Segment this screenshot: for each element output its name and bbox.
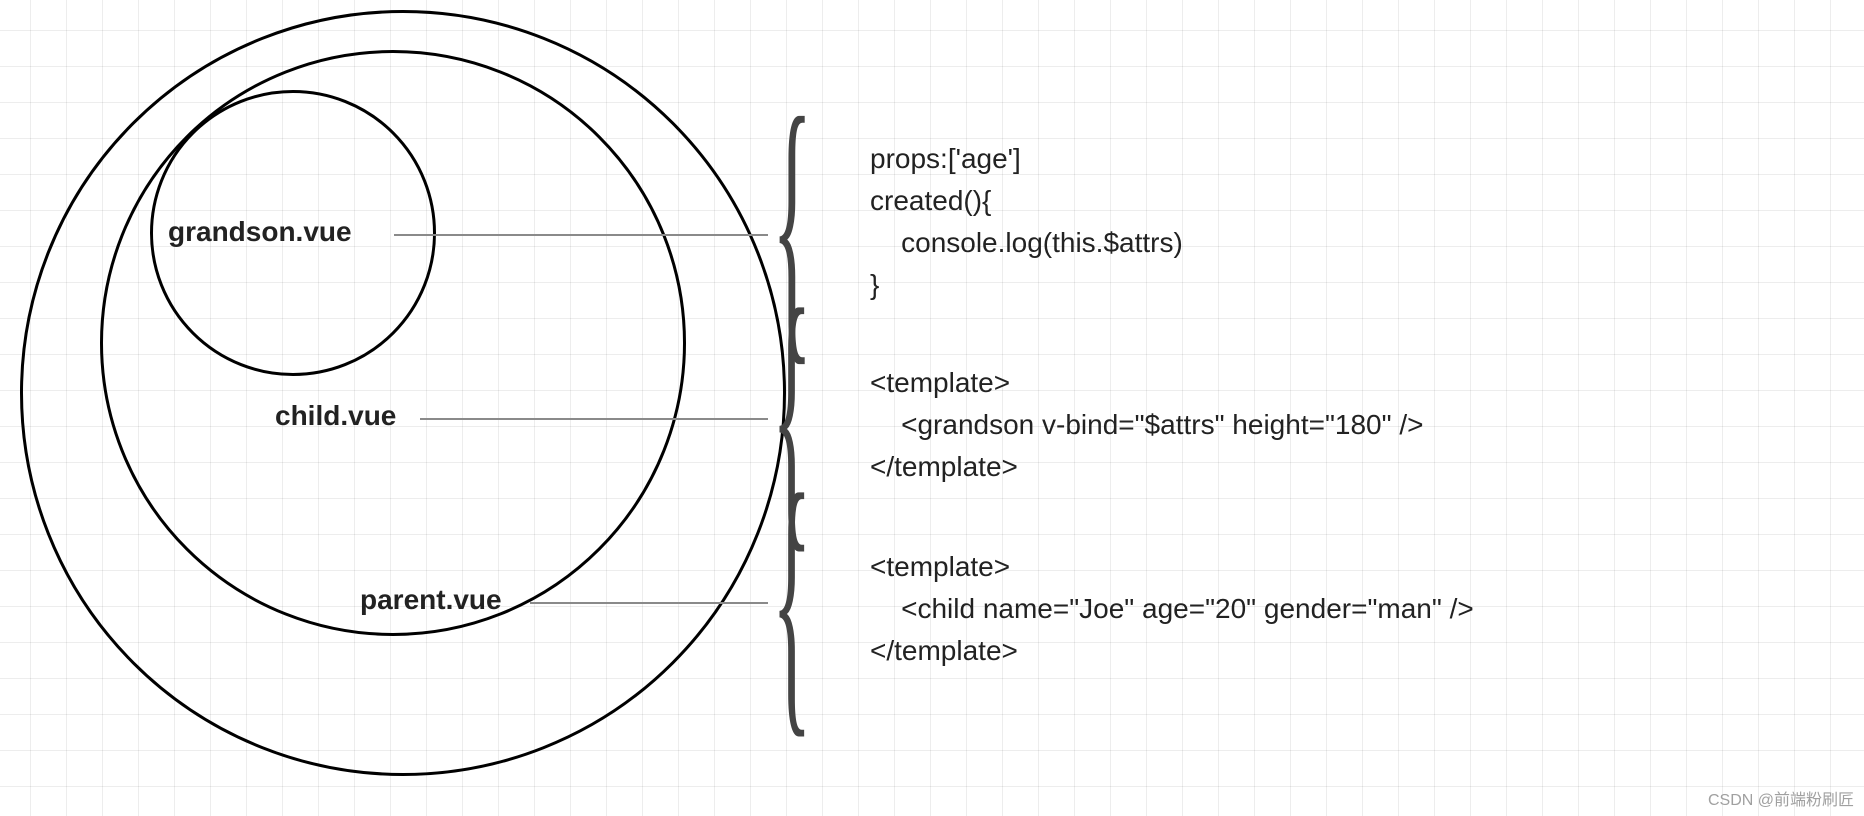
label-parent: parent.vue [360, 584, 502, 616]
snippet-parent: <template> <child name="Joe" age="20" ge… [870, 546, 1474, 672]
connector-parent [530, 602, 768, 604]
connector-child [420, 418, 768, 420]
snippet-grandson: props:['age'] created(){ console.log(thi… [870, 138, 1183, 306]
snippet-child: <template> <grandson v-bind="$attrs" hei… [870, 362, 1423, 488]
diagram-root: { "diagram": { "labels": { "outer": "par… [0, 0, 1864, 816]
label-child: child.vue [275, 400, 396, 432]
connector-grandson [394, 234, 768, 236]
watermark: CSDN @前端粉刷匠 [1708, 786, 1854, 810]
label-grandson: grandson.vue [168, 216, 352, 248]
brace-parent: { [772, 495, 812, 702]
